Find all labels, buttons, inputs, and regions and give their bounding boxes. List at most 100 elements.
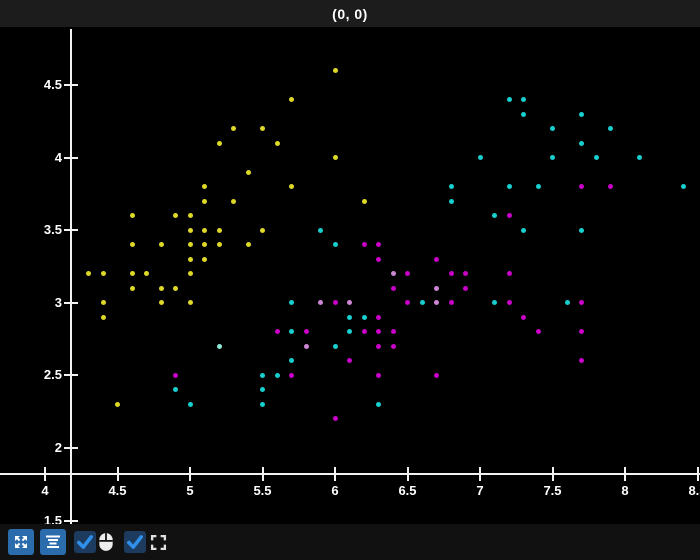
data-point bbox=[390, 285, 396, 291]
data-point bbox=[390, 329, 396, 335]
data-point bbox=[361, 314, 367, 320]
data-point bbox=[173, 372, 178, 378]
pan-tool-button[interactable] bbox=[8, 529, 34, 555]
data-point bbox=[434, 285, 439, 291]
x-tick-label: 7.5 bbox=[543, 483, 562, 498]
data-point bbox=[173, 213, 178, 219]
y-tick-mark bbox=[64, 447, 78, 449]
data-point bbox=[448, 184, 454, 190]
data-point bbox=[579, 358, 584, 364]
y-tick-label: 2 bbox=[54, 440, 62, 455]
data-point bbox=[361, 242, 367, 248]
y-tick-mark bbox=[64, 156, 78, 159]
x-tick-mark bbox=[479, 467, 481, 481]
data-point bbox=[448, 300, 454, 306]
data-point bbox=[376, 401, 381, 407]
data-point bbox=[289, 184, 294, 190]
x-tick-mark bbox=[624, 467, 626, 481]
x-tick-label: 7 bbox=[476, 483, 484, 498]
data-point bbox=[521, 97, 526, 103]
data-point bbox=[579, 300, 584, 306]
x-tick-label: 6.5 bbox=[398, 483, 417, 498]
data-point bbox=[100, 314, 106, 320]
y-tick-label: 4.5 bbox=[43, 77, 62, 92]
data-point bbox=[245, 169, 251, 175]
data-point bbox=[260, 126, 265, 132]
data-point bbox=[332, 343, 338, 349]
data-point bbox=[216, 227, 222, 233]
lines-tool-button[interactable] bbox=[40, 529, 66, 555]
data-point bbox=[579, 111, 584, 117]
data-point bbox=[347, 300, 352, 306]
data-point bbox=[550, 155, 555, 161]
data-point bbox=[608, 126, 613, 132]
data-point bbox=[187, 242, 193, 248]
data-point bbox=[289, 358, 294, 364]
x-axis-line bbox=[0, 473, 700, 475]
data-point bbox=[274, 329, 280, 335]
data-point bbox=[129, 213, 135, 219]
x-tick-mark bbox=[696, 467, 699, 481]
x-tick-mark bbox=[44, 467, 46, 481]
x-tick-mark bbox=[551, 467, 554, 481]
y-tick-label: 3 bbox=[54, 294, 62, 310]
data-point bbox=[187, 213, 193, 219]
data-point bbox=[405, 300, 410, 306]
data-point bbox=[376, 314, 381, 320]
y-tick-label: 2.5 bbox=[43, 367, 62, 383]
data-point bbox=[434, 300, 439, 306]
data-point bbox=[173, 285, 178, 291]
data-point bbox=[129, 285, 135, 291]
x-tick-label: 4 bbox=[41, 483, 49, 498]
y-tick-label: 3.5 bbox=[43, 222, 62, 238]
data-point bbox=[564, 300, 570, 306]
data-point bbox=[593, 155, 599, 161]
mouse-mode-checkbox[interactable] bbox=[74, 531, 96, 553]
data-point bbox=[332, 242, 338, 248]
data-point bbox=[216, 343, 222, 349]
data-point bbox=[535, 329, 541, 335]
data-point bbox=[347, 329, 352, 335]
y-tick-mark bbox=[64, 374, 78, 377]
data-point bbox=[463, 271, 468, 277]
data-point bbox=[289, 372, 294, 378]
data-point bbox=[187, 271, 193, 277]
data-point bbox=[521, 111, 526, 117]
data-point bbox=[260, 387, 265, 393]
data-point bbox=[187, 256, 193, 262]
data-point bbox=[216, 140, 222, 146]
data-point bbox=[579, 329, 584, 335]
x-tick-mark bbox=[116, 467, 119, 481]
data-point bbox=[506, 300, 512, 306]
y-tick-mark bbox=[64, 519, 78, 522]
fullscreen-mode-checkbox[interactable] bbox=[124, 531, 146, 553]
x-tick-label: 8 bbox=[621, 483, 629, 498]
x-tick-label: 4.5 bbox=[108, 483, 127, 498]
data-point bbox=[231, 198, 236, 204]
data-point bbox=[448, 271, 454, 277]
data-point bbox=[332, 155, 338, 161]
data-point bbox=[463, 285, 468, 291]
data-point bbox=[260, 401, 265, 407]
expand-arrows-icon bbox=[15, 536, 27, 548]
data-point bbox=[492, 300, 497, 306]
y-tick-mark bbox=[64, 301, 78, 304]
data-point bbox=[535, 184, 541, 190]
checkmark-icon bbox=[77, 535, 93, 549]
data-point bbox=[390, 271, 396, 277]
data-point bbox=[318, 300, 323, 306]
align-center-lines-icon bbox=[46, 535, 60, 548]
data-point bbox=[231, 126, 236, 132]
data-point bbox=[274, 140, 280, 146]
y-tick-label: 1.5 bbox=[43, 512, 62, 524]
data-point bbox=[202, 198, 207, 204]
x-tick-label: 5.5 bbox=[253, 483, 272, 498]
data-point bbox=[289, 300, 294, 306]
x-tick-mark bbox=[189, 467, 191, 481]
plot-area[interactable]: 4 4.5 5 5.5 6 6.5 7 7.5 8 8.5 4.5 4 3.5 3 2.5 2 1.5 bbox=[0, 27, 700, 524]
data-point bbox=[390, 343, 396, 349]
data-point bbox=[187, 227, 193, 233]
data-point bbox=[506, 213, 512, 219]
data-point bbox=[187, 401, 193, 407]
data-point bbox=[637, 155, 642, 161]
